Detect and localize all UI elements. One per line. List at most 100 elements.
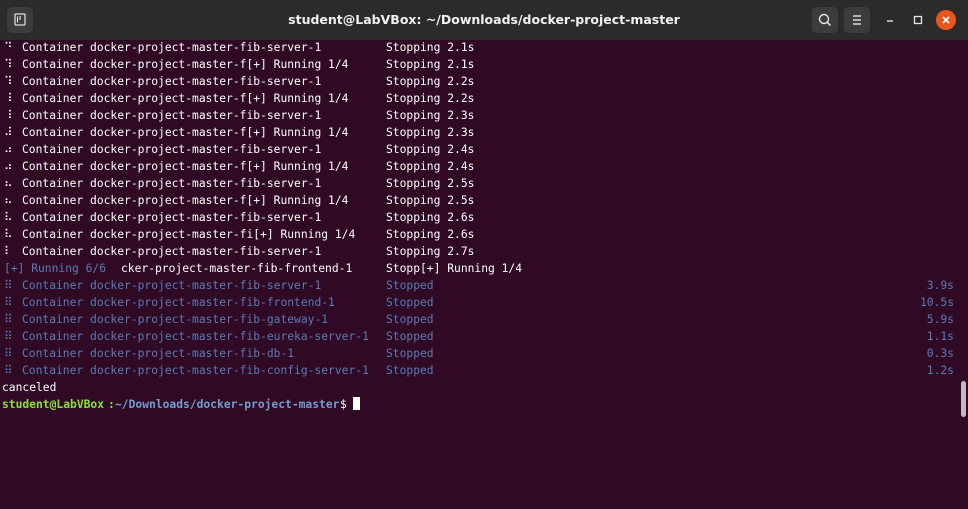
stopped-line: ⠿ Container docker-project-master-fib-co… xyxy=(0,363,968,379)
done-glyph: ⠿ xyxy=(4,364,13,377)
output-line: ⠸ Container docker-project-master-fib-se… xyxy=(0,108,968,124)
container-status: Stopping 2.2s xyxy=(386,92,475,105)
container-name-fragment: cker-project-master-fib-frontend-1 xyxy=(121,262,353,275)
container-name: Container docker-project-master-fib-serv… xyxy=(22,177,322,190)
done-glyph: ⠿ xyxy=(4,347,13,360)
container-status: Stopping 2.5s xyxy=(386,177,475,190)
prompt-separator: : xyxy=(108,398,115,411)
terminal-output[interactable]: ⠙ Container docker-project-master-fib-se… xyxy=(0,40,968,418)
container-name: Container docker-project-master-fib-serv… xyxy=(22,143,322,156)
output-line: ⠸ Container docker-project-master-f[+] R… xyxy=(0,91,968,107)
stopped-line: ⠿ Container docker-project-master-fib-eu… xyxy=(0,329,968,345)
container-name: Container docker-project-master-fib-gate… xyxy=(22,313,329,326)
maximize-button[interactable] xyxy=(908,10,928,30)
container-status: Stopping 2.6s xyxy=(386,228,475,241)
container-status: Stopping 2.3s xyxy=(386,126,475,139)
done-glyph: ⠿ xyxy=(4,330,13,343)
prompt-user: student@LabVBox xyxy=(2,398,105,411)
container-name: Container docker-project-master-fib-serv… xyxy=(22,109,322,122)
container-status: Stopping 2.4s xyxy=(386,143,475,156)
output-line: ⠦ Container docker-project-master-f[+] R… xyxy=(0,193,968,209)
container-status: Stopping 2.7s xyxy=(386,245,475,258)
close-icon xyxy=(942,16,950,24)
stop-duration: 0.3s xyxy=(926,347,954,360)
stop-duration: 5.9s xyxy=(926,313,954,326)
done-glyph: ⠿ xyxy=(4,279,13,292)
stop-duration: 10.5s xyxy=(919,296,954,309)
canceled-line: canceled xyxy=(0,380,968,396)
output-line: ⠼ Container docker-project-master-f[+] R… xyxy=(0,125,968,141)
container-status: Stopping 2.2s xyxy=(386,75,475,88)
container-status: Stopping 2.5s xyxy=(386,194,475,207)
overlap-line: [+] Running 6/6 cker-project-master-fib-… xyxy=(0,261,968,277)
done-glyph: ⠿ xyxy=(4,296,13,309)
container-name: Container docker-project-master-f[+] Run… xyxy=(22,160,349,173)
stopped-line: ⠿ Container docker-project-master-fib-db… xyxy=(0,346,968,362)
spinner-glyph: ⠹ xyxy=(4,75,13,88)
container-name: Container docker-project-master-fib-serv… xyxy=(22,41,322,54)
stopped-line: ⠿ Container docker-project-master-fib-ga… xyxy=(0,312,968,328)
spinner-glyph: ⠹ xyxy=(4,58,13,71)
spinner-glyph: ⠦ xyxy=(4,194,13,207)
container-status: Stopping 2.3s xyxy=(386,109,475,122)
hamburger-menu-icon xyxy=(853,15,861,25)
output-line: ⠇ Container docker-project-master-fib-se… xyxy=(0,244,968,260)
container-name: Container docker-project-master-fib-serv… xyxy=(22,75,322,88)
spinner-glyph: ⠸ xyxy=(4,109,13,122)
close-button[interactable] xyxy=(936,10,956,30)
stopped-line: ⠿ Container docker-project-master-fib-se… xyxy=(0,278,968,294)
spinner-glyph: ⠧ xyxy=(4,228,13,241)
spinner-glyph: ⠧ xyxy=(4,211,13,224)
container-name: Container docker-project-master-f[+] Run… xyxy=(22,126,349,139)
spinner-glyph: ⠦ xyxy=(4,177,13,190)
spinner-glyph: ⠙ xyxy=(4,41,13,54)
title-bar: student@LabVBox: ~/Downloads/docker-proj… xyxy=(0,0,968,41)
scrollbar-thumb[interactable] xyxy=(961,381,966,417)
text-cursor xyxy=(353,397,360,410)
container-status: Stopped xyxy=(386,279,434,292)
container-status: Stopp[+] Running 1/4 xyxy=(386,262,523,275)
container-name: Container docker-project-master-f[+] Run… xyxy=(22,92,349,105)
container-name: Container docker-project-master-fib-fron… xyxy=(22,296,335,309)
stop-duration: 1.2s xyxy=(926,364,954,377)
container-name: Container docker-project-master-fib-db-1 xyxy=(22,347,295,360)
prompt-symbol: $ xyxy=(340,398,354,411)
container-name: Container docker-project-master-f[+] Run… xyxy=(22,194,349,207)
spinner-glyph: ⠇ xyxy=(4,245,13,258)
output-line: ⠴ Container docker-project-master-f[+] R… xyxy=(0,159,968,175)
stopped-line: ⠿ Container docker-project-master-fib-fr… xyxy=(0,295,968,311)
shell-prompt[interactable]: student@LabVBox : ~/Downloads/docker-pro… xyxy=(0,397,968,413)
search-button[interactable] xyxy=(812,7,838,33)
output-line: ⠧ Container docker-project-master-fib-se… xyxy=(0,210,968,226)
container-status: Stopped xyxy=(386,330,434,343)
spinner-glyph: ⠸ xyxy=(4,92,13,105)
container-name: Container docker-project-master-fib-eure… xyxy=(22,330,369,343)
minimize-icon xyxy=(887,20,893,22)
output-line: ⠧ Container docker-project-master-fi[+] … xyxy=(0,227,968,243)
container-name: Container docker-project-master-fib-serv… xyxy=(22,211,322,224)
stop-duration: 1.1s xyxy=(926,330,954,343)
canceled-text: canceled xyxy=(2,381,57,394)
container-status: Stopping 2.4s xyxy=(386,160,475,173)
prompt-path: ~/Downloads/docker-project-master xyxy=(115,398,340,411)
menu-button[interactable] xyxy=(844,7,870,33)
spinner-glyph: ⠴ xyxy=(4,160,13,173)
running-summary: [+] Running 6/6 xyxy=(4,262,107,275)
maximize-icon xyxy=(913,15,923,25)
container-status: Stopping 2.6s xyxy=(386,211,475,224)
container-status: Stopped xyxy=(386,313,434,326)
output-line: ⠹ Container docker-project-master-fib-se… xyxy=(0,74,968,90)
container-status: Stopped xyxy=(386,296,434,309)
container-status: Stopped xyxy=(386,364,434,377)
minimize-button[interactable] xyxy=(880,10,900,30)
output-line: ⠹ Container docker-project-master-f[+] R… xyxy=(0,57,968,73)
container-name: Container docker-project-master-f[+] Run… xyxy=(22,58,349,71)
container-name: Container docker-project-master-fib-conf… xyxy=(22,364,369,377)
output-line: ⠦ Container docker-project-master-fib-se… xyxy=(0,176,968,192)
output-line: ⠴ Container docker-project-master-fib-se… xyxy=(0,142,968,158)
done-glyph: ⠿ xyxy=(4,313,13,326)
search-icon xyxy=(818,13,832,27)
container-name: Container docker-project-master-fib-serv… xyxy=(22,245,322,258)
container-name: Container docker-project-master-fib-serv… xyxy=(22,279,322,292)
container-name: Container docker-project-master-fi[+] Ru… xyxy=(22,228,356,241)
